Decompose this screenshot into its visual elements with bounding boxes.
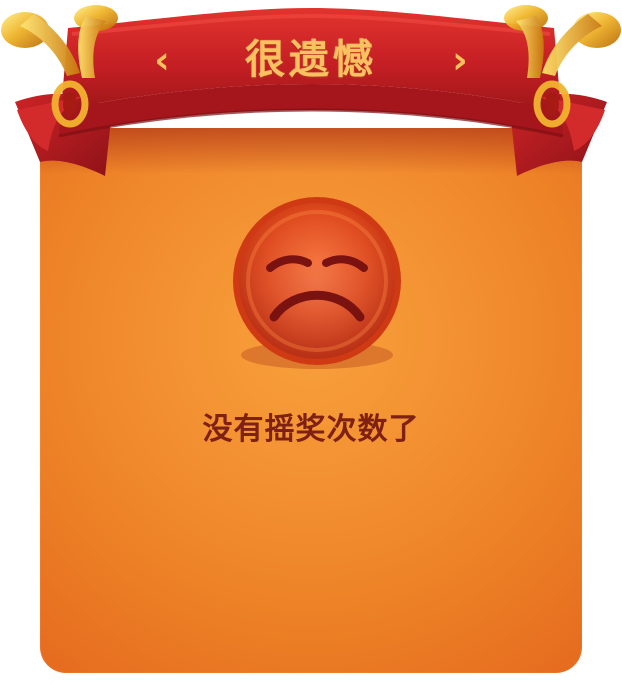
sad-face-icon [233, 197, 401, 369]
result-dialog: ‹ › 很遗憾 没有摇奖次数了 [0, 0, 622, 685]
dialog-title-area: 很遗憾 [0, 28, 622, 98]
no-draws-message: 没有摇奖次数了 [202, 412, 420, 447]
dialog-title: 很遗憾 [245, 37, 377, 83]
